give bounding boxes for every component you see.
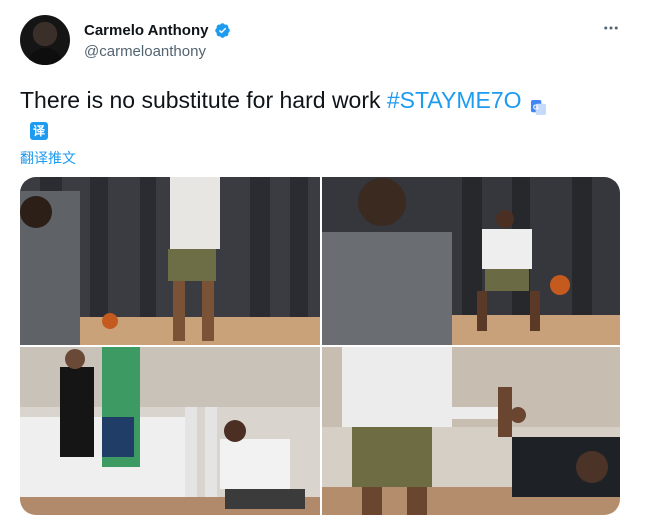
photo-drill-gym[interactable] [20,177,320,345]
author-name-row: Carmelo Anthony [84,22,231,39]
photo-kids-stretch[interactable] [20,347,320,515]
verified-badge-icon [214,22,231,39]
author-handle[interactable]: @carmeloanthony [84,43,206,60]
svg-text:G: G [532,103,538,112]
translate-g-icon[interactable]: G [530,93,547,116]
tweet-text: There is no substitute for hard work #ST… [20,85,547,116]
media-grid [20,177,620,515]
photo-high-five[interactable] [322,347,620,515]
more-horizontal-icon[interactable] [601,18,621,38]
photo-dribble-court[interactable] [322,177,620,345]
avatar[interactable] [20,15,70,65]
translate-badge-icon: 译 [30,122,48,140]
tweet-card: Carmelo Anthony @carmeloanthony There is… [0,0,647,525]
translate-tweet-link[interactable]: 翻译推文 [20,148,76,168]
author-display-name[interactable]: Carmelo Anthony [84,22,208,39]
hashtag-link[interactable]: #STAYME7O [387,87,522,113]
tweet-text-main: There is no substitute for hard work [20,87,387,113]
